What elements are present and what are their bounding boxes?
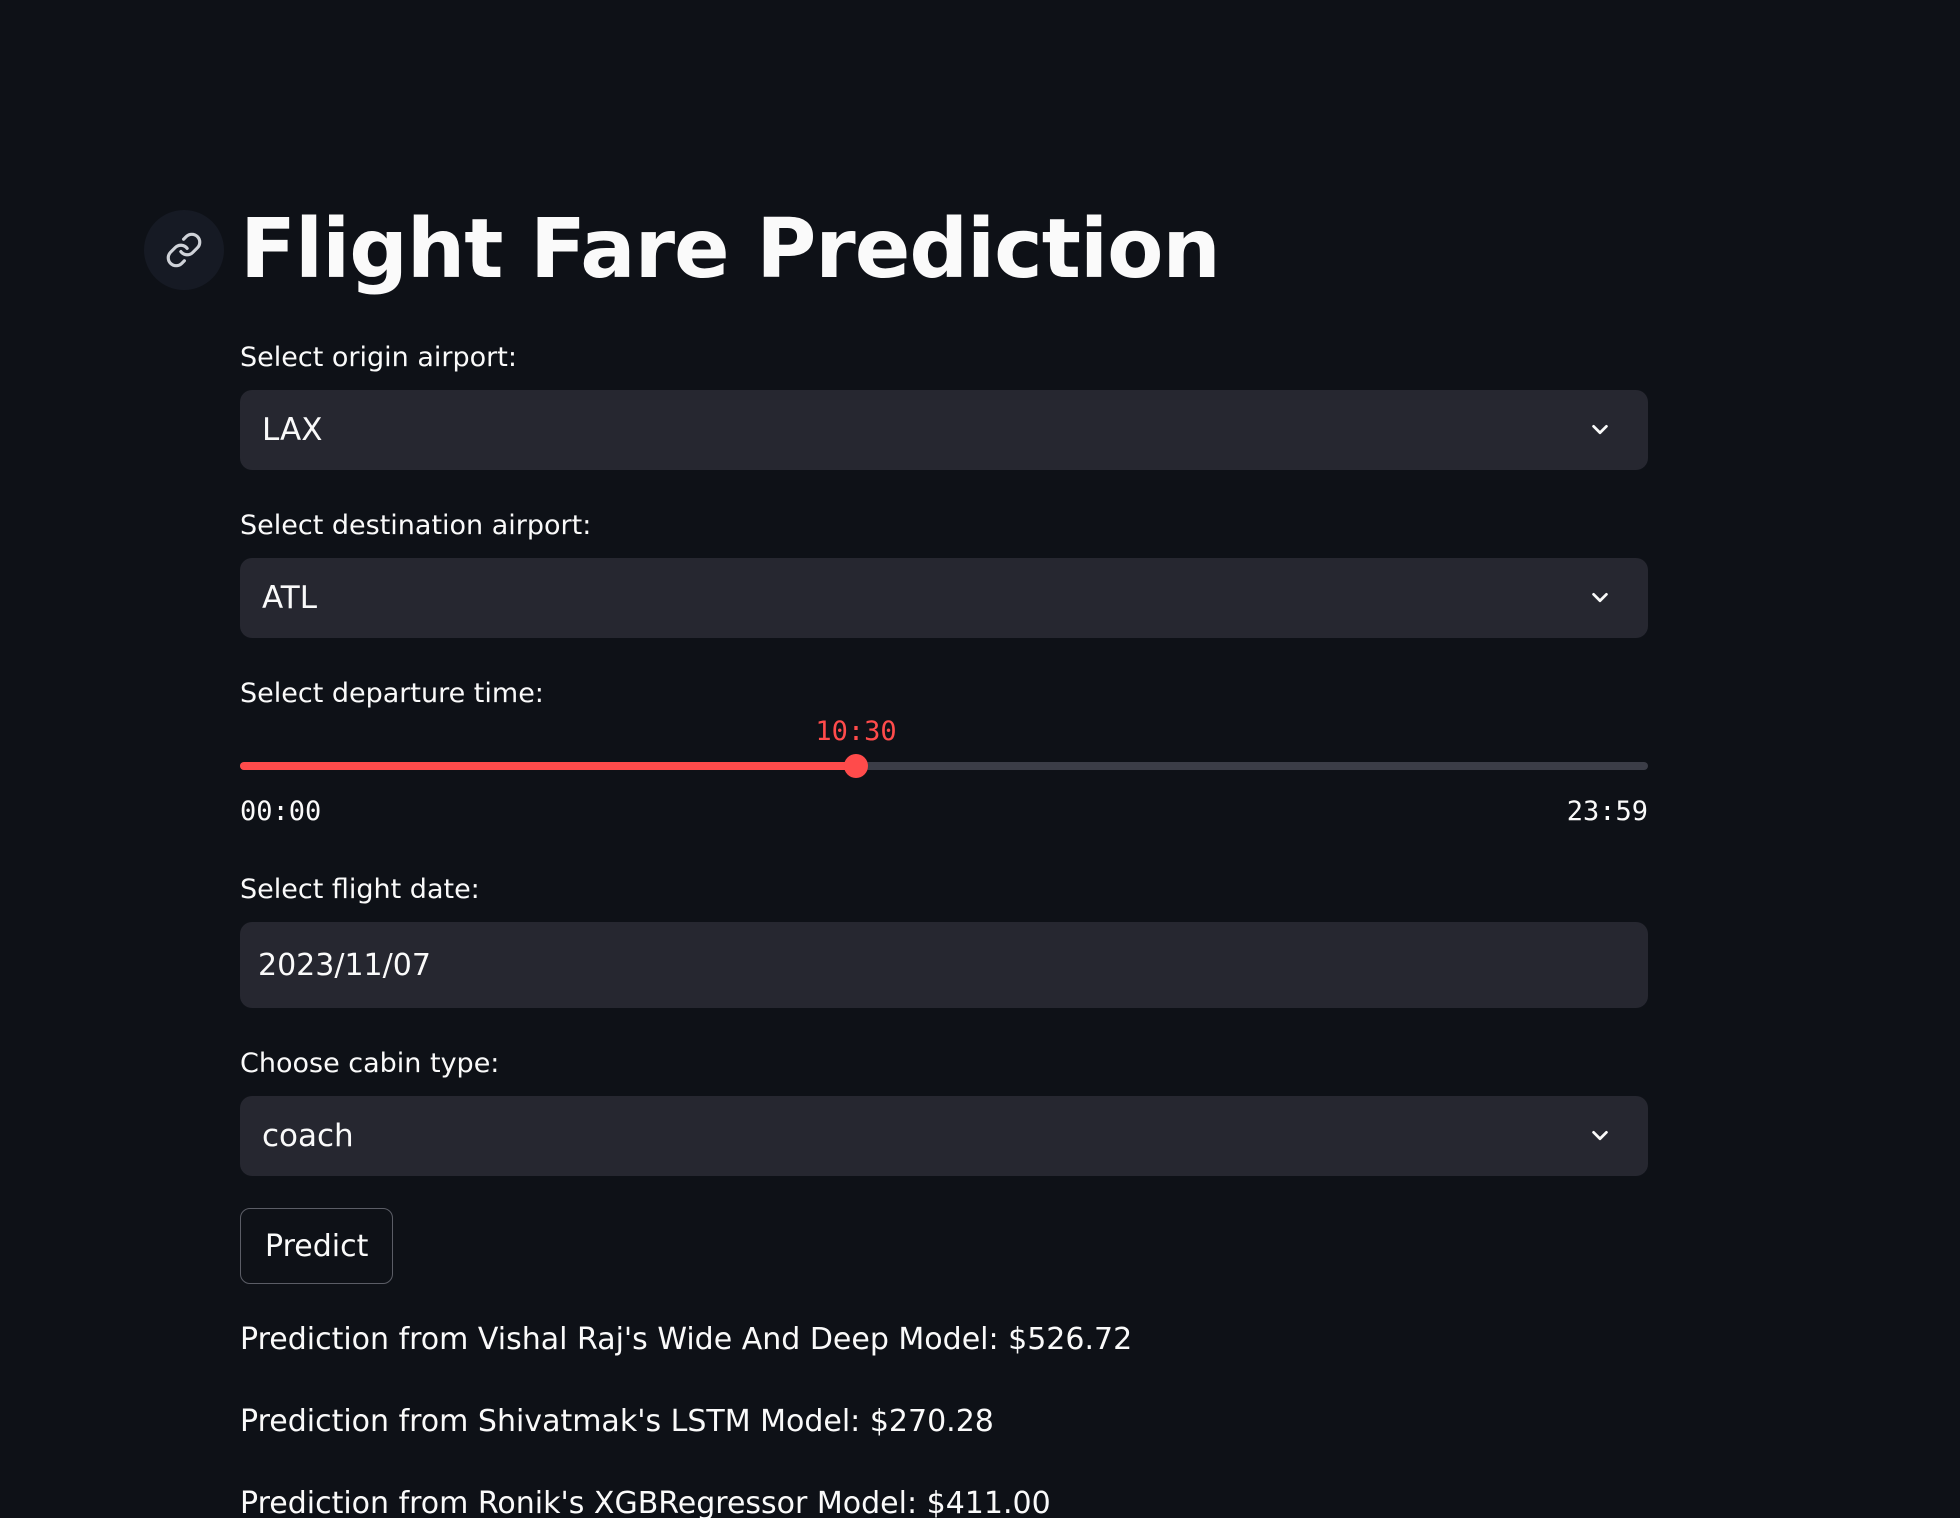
cabin-type-select-value: coach	[262, 1118, 354, 1154]
departure-time-slider[interactable]	[240, 740, 1648, 786]
result-lstm: Prediction from Shivatmak's LSTM Model: …	[240, 1404, 994, 1439]
departure-time-label: Select departure time:	[240, 678, 544, 709]
slider-thumb[interactable]	[844, 754, 868, 778]
destination-select[interactable]: ATL	[240, 558, 1648, 638]
app-page: Flight Fare Prediction Select origin air…	[0, 0, 1960, 1518]
origin-select[interactable]: LAX	[240, 390, 1648, 470]
chevron-down-icon	[1592, 1130, 1608, 1141]
cabin-type-label: Choose cabin type:	[240, 1048, 500, 1079]
header-anchor-link[interactable]	[144, 210, 224, 290]
slider-max-label: 23:59	[1566, 796, 1648, 827]
flight-date-input[interactable]	[240, 922, 1648, 1008]
predict-button[interactable]: Predict	[240, 1208, 394, 1284]
origin-label: Select origin airport:	[240, 342, 517, 373]
slider-fill	[240, 762, 856, 770]
destination-select-value: ATL	[262, 580, 318, 616]
chevron-down-icon	[1592, 592, 1608, 603]
link-icon	[166, 232, 202, 268]
flight-date-label: Select flight date:	[240, 874, 480, 905]
page-title: Flight Fare Prediction	[240, 202, 1221, 297]
slider-min-label: 00:00	[240, 796, 322, 827]
result-xgb: Prediction from Ronik's XGBRegressor Mod…	[240, 1486, 1051, 1518]
destination-label: Select destination airport:	[240, 510, 592, 541]
result-wide-deep: Prediction from Vishal Raj's Wide And De…	[240, 1322, 1133, 1357]
origin-select-value: LAX	[262, 412, 323, 448]
cabin-type-select[interactable]: coach	[240, 1096, 1648, 1176]
chevron-down-icon	[1592, 424, 1608, 435]
